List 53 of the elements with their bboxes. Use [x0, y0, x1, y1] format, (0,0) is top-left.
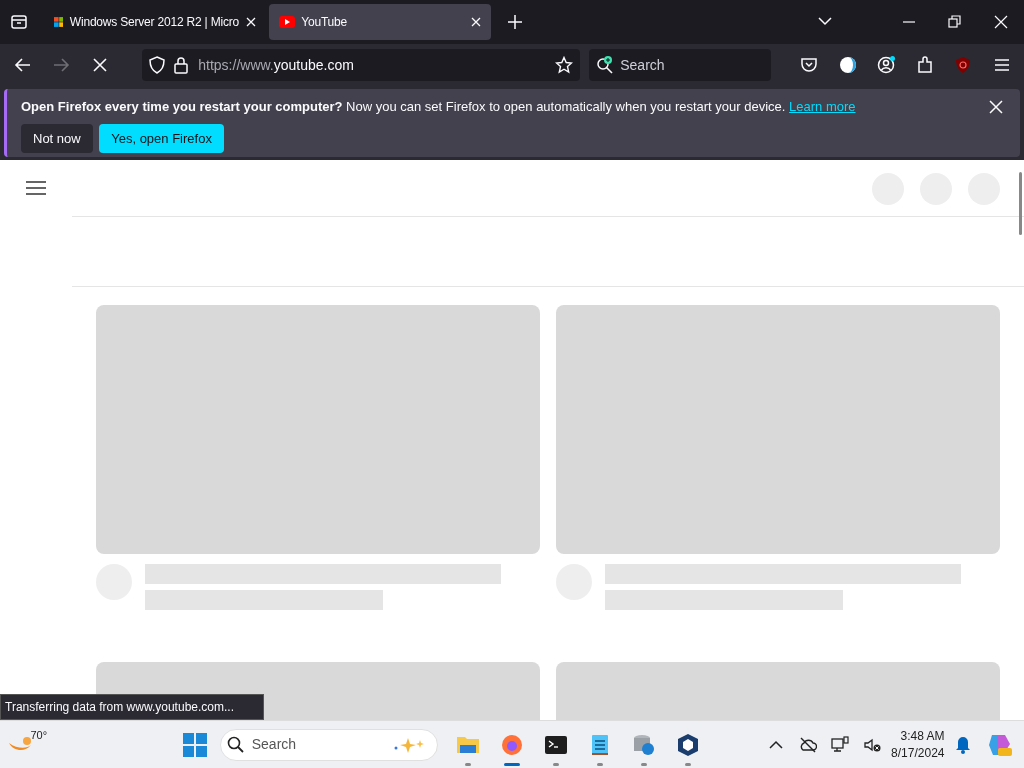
firefox-icon: [499, 732, 524, 757]
learn-more-link[interactable]: Learn more: [789, 99, 856, 114]
restore-icon: [948, 15, 962, 29]
moon-icon: [838, 56, 857, 74]
search-icon: [227, 735, 246, 754]
search-field[interactable]: Search: [589, 49, 772, 81]
search-placeholder: Search: [620, 55, 665, 75]
menu-icon: [992, 56, 1011, 74]
windows-logo-icon: [53, 14, 64, 30]
close-icon: [90, 56, 109, 74]
close-icon: [989, 100, 1003, 114]
cloud-off-icon: [798, 735, 817, 754]
tab-title: Windows Server 2012 R2 | Micro: [69, 14, 239, 31]
monitor-icon: [830, 735, 849, 754]
status-text: Transferring data from www.youtube.com...: [0, 694, 264, 720]
url-text: https://www.youtube.com: [198, 55, 355, 75]
search-placeholder: Search: [251, 735, 298, 754]
notification-button[interactable]: Not now: [21, 123, 93, 153]
database-icon: [631, 732, 656, 757]
scrollbar-thumb[interactable]: [1019, 172, 1022, 235]
close-tab-button[interactable]: [470, 17, 481, 27]
notification-message: Open Firefox every time you restart your computer? Now you can set Firefox to open automatically when you restart your device. Learn more: [21, 98, 857, 116]
menu-button[interactable]: [24, 178, 48, 198]
shield-icon: [148, 56, 166, 74]
puzzle-icon: [915, 56, 934, 74]
pocket-icon: [800, 56, 818, 74]
plus-icon: [507, 15, 522, 29]
play-logo-icon: [278, 14, 295, 30]
bookmark-button[interactable]: [555, 56, 573, 74]
bell-icon: [955, 735, 971, 754]
tab-title: YouTube: [301, 14, 348, 31]
star-icon: [555, 56, 573, 74]
notification-button[interactable]: Yes, open Firefox: [99, 123, 224, 153]
close-icon: [994, 15, 1008, 29]
close-icon: [245, 17, 256, 27]
tab-list-icon: [10, 14, 27, 30]
weather-temperature: 70°: [30, 727, 48, 743]
taskbar-search-field[interactable]: Search: [219, 728, 438, 761]
shield-icon: [954, 56, 972, 74]
account-icon: [877, 56, 895, 74]
arrow-right-icon: [52, 56, 70, 74]
search-icon: [595, 56, 614, 74]
clock-button[interactable]: 3:48 AM 8/17/2024: [891, 728, 945, 761]
menu-icon: [26, 180, 46, 196]
browser-tab[interactable]: Windows Server 2012 R2 | Micro: [43, 4, 266, 40]
close-tab-button[interactable]: [245, 17, 256, 27]
address-bar[interactable]: https://www.youtube.com: [141, 49, 580, 81]
close-icon: [470, 17, 481, 27]
lock-icon: [172, 56, 189, 74]
arrow-left-icon: [13, 56, 32, 74]
cube-icon: [675, 732, 700, 757]
windows-logo-icon: [182, 732, 207, 757]
browser-tab[interactable]: YouTube: [268, 4, 491, 40]
